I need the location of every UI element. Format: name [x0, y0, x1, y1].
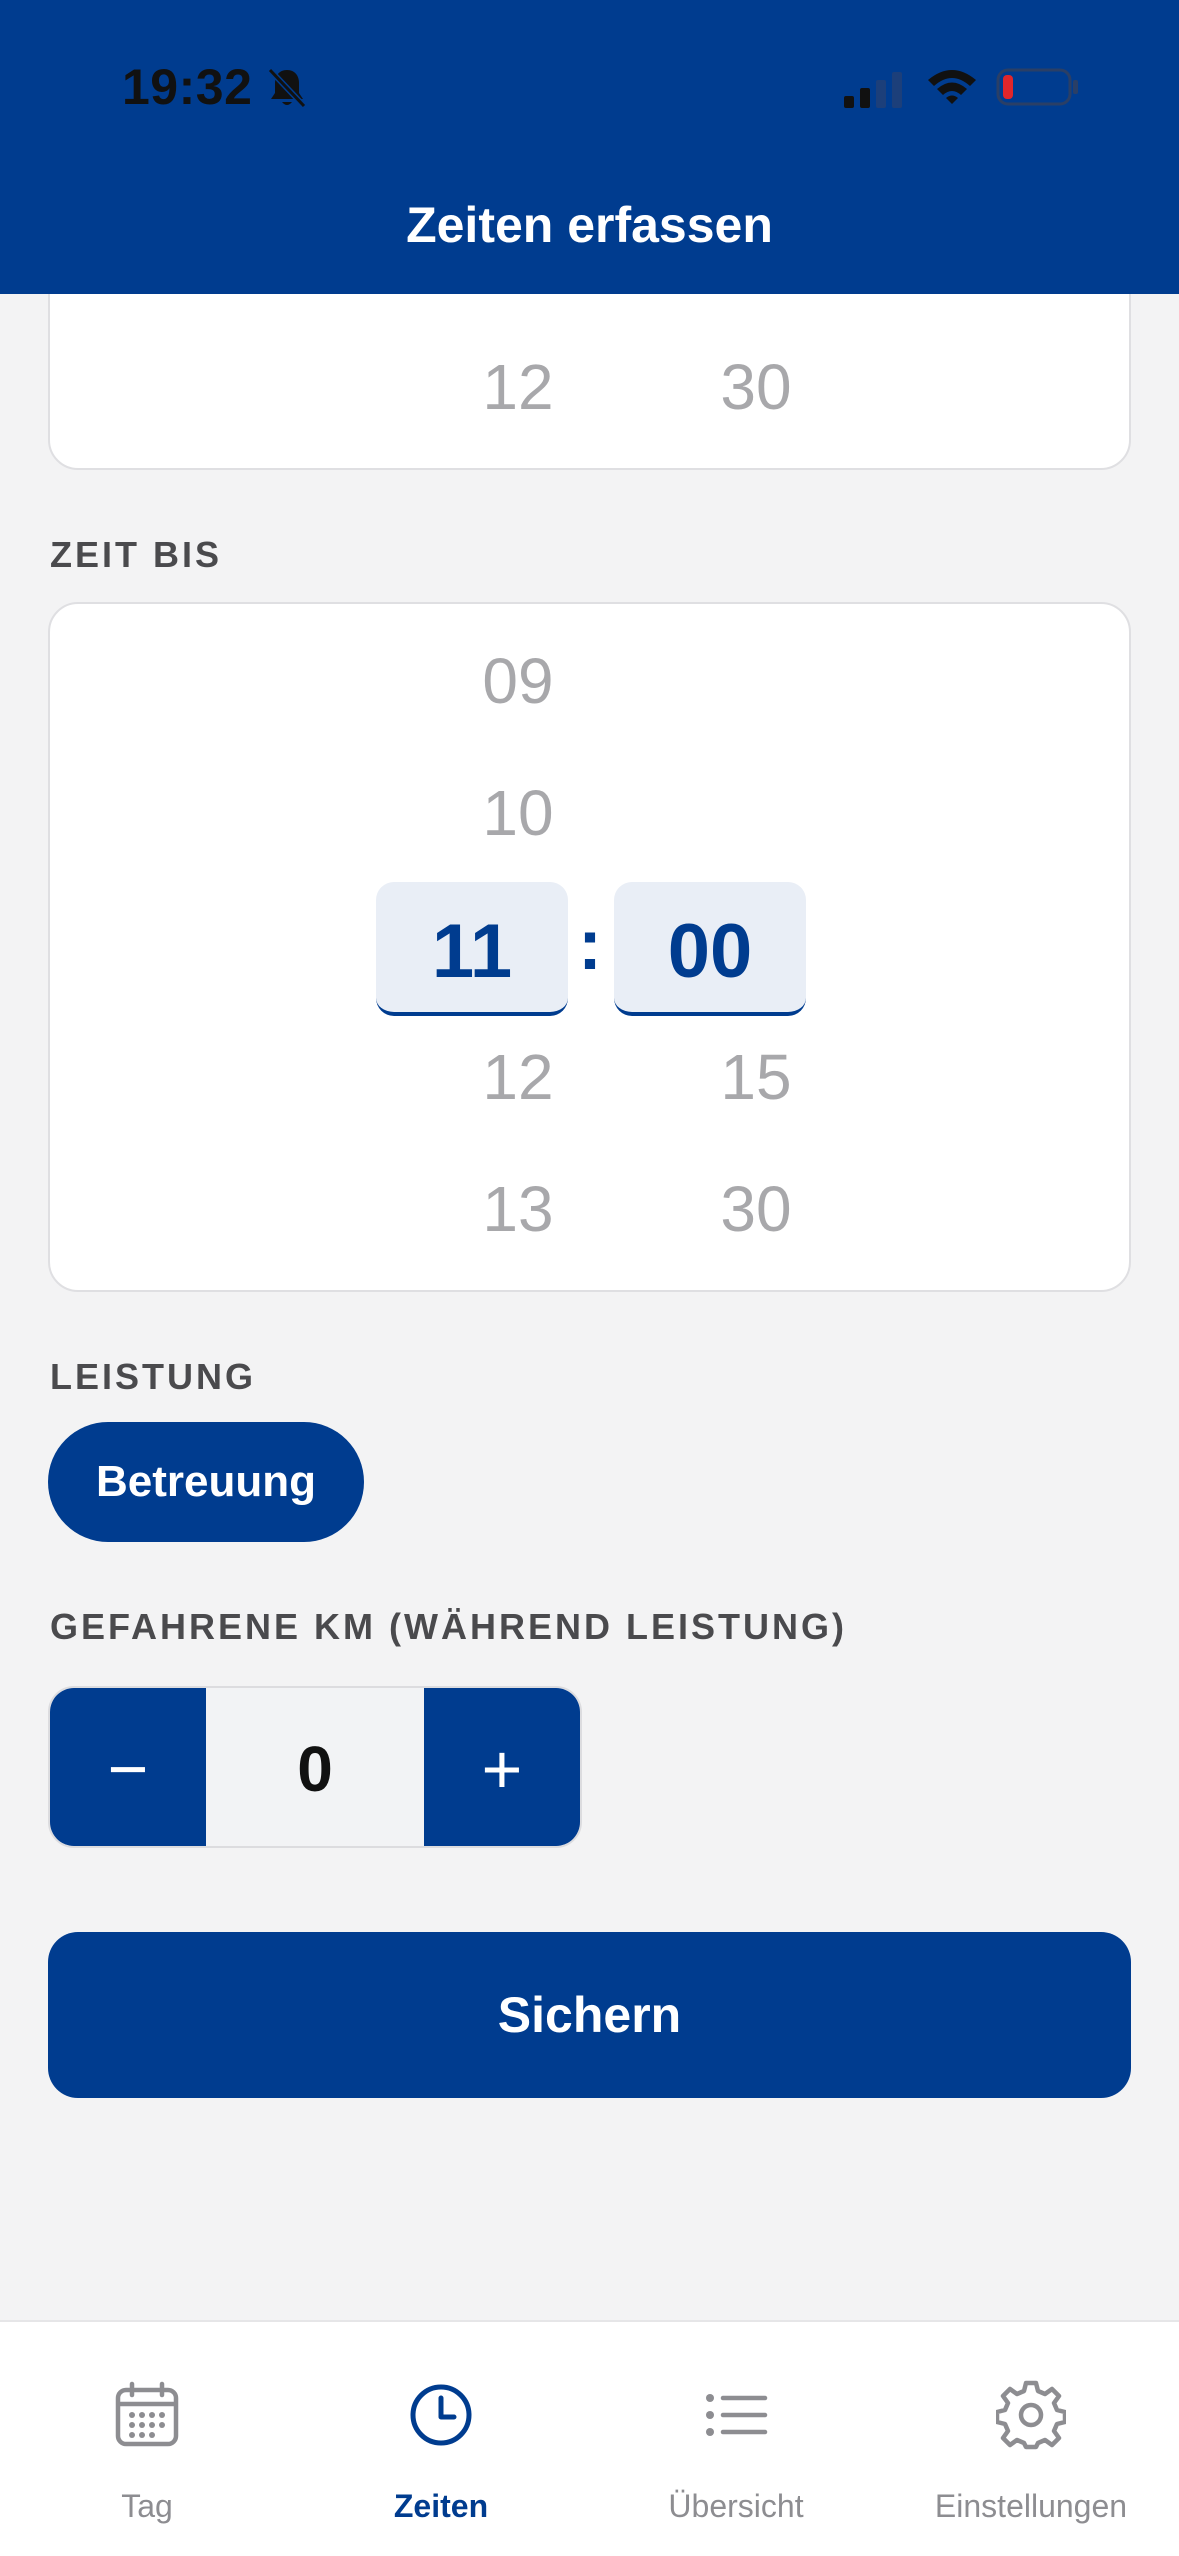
km-stepper: − 0 +: [48, 1686, 582, 1848]
minute-option[interactable]: 15: [666, 1040, 846, 1114]
tab-label: Zeiten: [393, 2488, 489, 2524]
minute-option[interactable]: 30: [666, 1172, 846, 1246]
hour-option[interactable]: 13: [428, 1172, 608, 1246]
tab-bar: Tag Zeiten Übersicht Einstellungen: [0, 2320, 1179, 2556]
wifi-icon: [928, 70, 976, 104]
km-value[interactable]: 0: [206, 1688, 424, 1846]
tab-uebersicht[interactable]: Übersicht: [589, 2322, 883, 2556]
hour-option[interactable]: 09: [428, 644, 608, 718]
page-title: Zeiten erfassen: [406, 197, 773, 253]
zeit-von-minute-option[interactable]: 30: [666, 350, 846, 424]
tab-label: Übersicht: [668, 2488, 804, 2524]
selected-minute[interactable]: 00: [614, 908, 806, 995]
leistung-chip-betreuung[interactable]: Betreuung: [48, 1422, 364, 1542]
clock-icon: [410, 2384, 472, 2446]
tab-zeiten[interactable]: Zeiten: [294, 2322, 588, 2556]
tab-tag[interactable]: Tag: [0, 2322, 294, 2556]
bell-slash-icon: [267, 67, 307, 109]
status-time: 19:32: [122, 59, 253, 115]
hour-option[interactable]: 12: [428, 1040, 608, 1114]
list-icon: [706, 2394, 768, 2436]
tab-einstellungen[interactable]: Einstellungen: [884, 2322, 1178, 2556]
save-button[interactable]: Sichern: [48, 1932, 1131, 2098]
calendar-icon: [115, 2381, 179, 2447]
app-screen: 12 30 19:32 Zeiten erfassen ZEIT BIS 09 …: [0, 0, 1179, 2556]
hour-option[interactable]: 10: [428, 776, 608, 850]
gear-icon: [996, 2380, 1066, 2450]
tab-label: Tag: [121, 2488, 173, 2524]
zeit-bis-label: ZEIT BIS: [50, 534, 223, 575]
km-label: GEFAHRENE KM (WÄHREND LEISTUNG): [50, 1606, 847, 1647]
zeit-von-hour-option[interactable]: 12: [428, 350, 608, 424]
increment-button[interactable]: +: [424, 1688, 580, 1846]
leistung-label: LEISTUNG: [50, 1356, 257, 1397]
time-separator: :: [578, 905, 602, 985]
tab-label: Einstellungen: [934, 2488, 1128, 2524]
app-header: 19:32 Zeiten erfassen: [0, 0, 1179, 294]
selected-hour[interactable]: 11: [376, 908, 568, 995]
battery-icon: [996, 68, 1078, 106]
cellular-signal-icon: [844, 72, 902, 108]
decrement-button[interactable]: −: [50, 1688, 206, 1846]
zeit-bis-picker[interactable]: 09 10 11 : 00 12 15 13 30: [48, 602, 1131, 1292]
